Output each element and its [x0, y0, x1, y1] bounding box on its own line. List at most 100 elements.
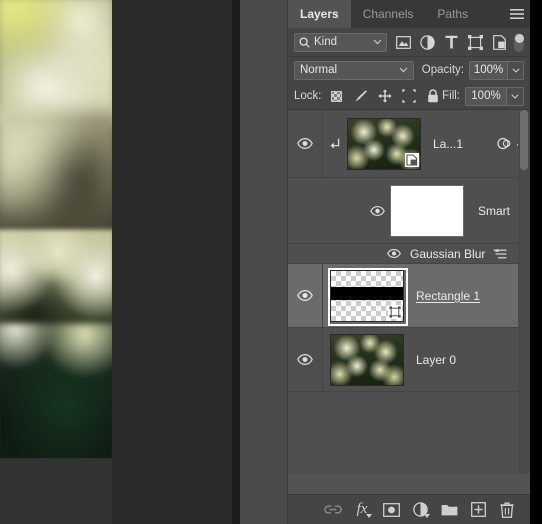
tab-paths[interactable]: Paths [425, 0, 480, 28]
eye-icon [297, 354, 313, 365]
table-row[interactable]: La...1 [288, 110, 530, 178]
pixel-layer-filter-icon[interactable] [395, 34, 412, 51]
smart-filter-name[interactable]: Gaussian Blur [410, 247, 485, 261]
gaussian-blur-visibility-toggle[interactable] [384, 249, 404, 258]
rectangle-shape-band [331, 287, 403, 300]
layer-thumbnail[interactable] [330, 333, 404, 386]
vector-shape-badge [387, 305, 402, 320]
layer-thumbnail-cell-4[interactable] [323, 333, 404, 386]
lock-buttons [330, 89, 440, 103]
filter-blending-options-icon[interactable] [493, 248, 507, 260]
filter-kind-select[interactable]: Kind [294, 32, 387, 52]
lock-artboard-nesting-icon[interactable] [401, 89, 416, 103]
lock-label: Lock: [294, 90, 322, 102]
chevron-down-icon [511, 67, 520, 73]
layer-style-fx-icon[interactable]: fx [353, 501, 372, 519]
blend-mode-select[interactable]: Normal [294, 60, 414, 80]
smart-filters-thumbnail-cell[interactable] [366, 184, 464, 237]
search-icon [299, 36, 310, 48]
layer-name[interactable]: Layer 0 [416, 353, 456, 367]
eye-icon [297, 290, 313, 301]
table-row[interactable]: Layer 0 [288, 328, 530, 392]
layer-visibility-toggle-4[interactable] [288, 328, 323, 391]
document-area [0, 0, 232, 524]
panel-tab-bar: Layers Channels Paths [288, 0, 530, 28]
layer-name[interactable]: La...1 [433, 137, 463, 151]
tab-paths-label: Paths [437, 7, 469, 21]
layer-thumbnail[interactable] [347, 117, 421, 170]
layer-name[interactable]: Rectangle 1 [416, 289, 480, 303]
smart-filters-toggle-icon[interactable] [497, 136, 512, 151]
tab-channels-label: Channels [362, 7, 414, 21]
layer-visibility-toggle-3[interactable] [288, 264, 323, 327]
shape-layer-filter-icon[interactable] [467, 34, 484, 51]
panel-menu-button[interactable] [504, 0, 530, 28]
layer-list-empty-space [288, 392, 530, 474]
type-layer-filter-icon[interactable] [443, 34, 460, 51]
canvas-lower-background [0, 458, 112, 524]
smart-object-filter-icon[interactable] [491, 34, 508, 51]
new-group-icon[interactable] [440, 501, 458, 519]
chevron-down-icon [373, 39, 382, 45]
smart-filter-row[interactable]: Gaussian Blur [288, 244, 530, 264]
new-layer-icon[interactable] [469, 501, 487, 519]
blend-mode-value: Normal [300, 64, 338, 76]
canvas-dark-foliage [0, 323, 112, 458]
window-right-edge [530, 0, 542, 524]
new-adjustment-layer-icon[interactable] [411, 501, 430, 519]
layers-bottom-toolbar: fx [288, 494, 530, 524]
lock-transparent-pixels-icon[interactable] [330, 89, 344, 103]
lock-position-icon[interactable] [377, 89, 392, 103]
smart-filters-label: Smart [478, 203, 511, 218]
clipping-mask-arrow-icon [330, 138, 339, 149]
document-background [112, 0, 232, 524]
opacity-dropdown-button[interactable] [508, 60, 524, 80]
layer-visibility-toggle-0[interactable] [288, 110, 323, 177]
layer-thumbnail-cell-0[interactable] [345, 117, 421, 170]
tab-layers[interactable]: Layers [288, 0, 351, 28]
link-layers-icon[interactable] [324, 501, 342, 519]
delete-layer-icon[interactable] [498, 501, 516, 519]
smart-object-badge [404, 153, 419, 168]
canvas-sharp-flowers [0, 229, 112, 331]
filter-enable-toggle[interactable] [513, 32, 524, 52]
fill-value: 100% [471, 90, 501, 102]
tab-layers-label: Layers [300, 7, 339, 21]
fill-dropdown-button[interactable] [507, 86, 524, 106]
table-row[interactable]: Rectangle 1 [288, 264, 530, 328]
filter-type-icons [395, 34, 508, 51]
chevron-down-icon [399, 67, 408, 73]
opacity-value: 100% [473, 64, 504, 76]
layer-thumbnail-cell-3[interactable] [323, 267, 408, 326]
lock-all-icon[interactable] [426, 89, 440, 103]
fill-label: Fill: [442, 90, 460, 102]
lock-image-pixels-icon[interactable] [354, 89, 368, 103]
opacity-label: Opacity: [421, 64, 464, 76]
smart-filter-mask-thumbnail[interactable] [390, 184, 464, 237]
smart-filters-visibility-toggle[interactable] [366, 205, 388, 216]
lock-row: Lock: Fill: 100% [288, 83, 530, 110]
chevron-down-icon [366, 513, 372, 518]
scrollbar-thumb[interactable] [520, 110, 528, 170]
clipping-mask-indicator [327, 138, 343, 150]
layer-thumbnail[interactable] [328, 267, 408, 326]
hamburger-menu-icon [510, 8, 524, 19]
layer-filter-bar: Kind [288, 28, 530, 57]
adjustment-layer-filter-icon[interactable] [419, 34, 436, 51]
layer-list-scrollbar[interactable] [518, 110, 530, 474]
collapsed-panel-strip[interactable] [240, 0, 288, 524]
tab-channels[interactable]: Channels [351, 0, 426, 28]
photoshop-window: Layers Channels Paths Kind Normal Opacit… [0, 0, 542, 524]
smart-filters-row[interactable]: Smart [288, 178, 530, 244]
layers-panel: Layers Channels Paths Kind Normal Opacit… [288, 0, 530, 524]
eye-icon [369, 205, 385, 216]
canvas-blurred-top [0, 0, 112, 126]
opacity-input[interactable]: 100% [468, 60, 509, 80]
layer-list[interactable]: La...1 Smart Gaussian Blur Rectangle 1 L… [288, 110, 530, 474]
add-layer-mask-icon[interactable] [382, 501, 400, 519]
image-canvas[interactable] [0, 0, 112, 458]
eye-icon [387, 249, 401, 258]
fill-input[interactable]: 100% [465, 86, 507, 106]
filter-kind-label: Kind [314, 36, 338, 48]
eye-icon [297, 138, 313, 149]
